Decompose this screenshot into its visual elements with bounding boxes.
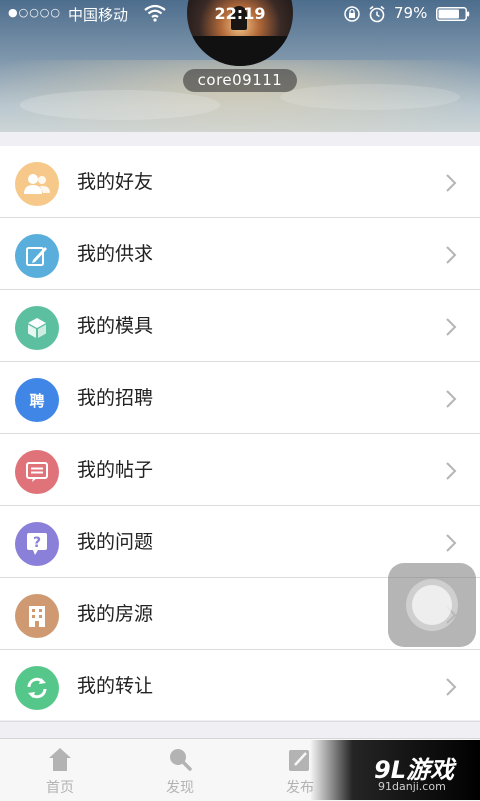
recruit-icon-glyph: 聘 xyxy=(29,391,45,410)
post-icon xyxy=(15,450,59,494)
avatar-ground xyxy=(187,36,293,66)
menu-item-label: 我的招聘 xyxy=(77,387,154,409)
menu-item[interactable]: 我的好友 xyxy=(0,146,480,218)
cube-icon xyxy=(15,306,59,350)
battery-percent: 79% xyxy=(394,4,428,22)
menu-item[interactable]: 我的模具 xyxy=(0,290,480,362)
username-label[interactable]: core09111 xyxy=(183,69,297,92)
chevron-right-icon xyxy=(446,462,457,480)
menu-item-label: 我的房源 xyxy=(77,603,154,625)
chevron-right-icon xyxy=(446,174,457,192)
search-icon xyxy=(170,749,192,771)
chevron-right-icon xyxy=(446,246,457,264)
header-cloud xyxy=(280,84,460,110)
status-bar: ●○○○○ 中国移动 22:19 79% xyxy=(0,0,480,28)
site-watermark: 9L游戏 91danji.com xyxy=(310,740,480,800)
tab-discover[interactable]: 发现 xyxy=(120,739,240,801)
tab-discover-label: 发现 xyxy=(166,780,194,796)
menu-item-label: 我的模具 xyxy=(77,315,154,337)
friends-icon xyxy=(15,162,59,206)
tab-home-label: 首页 xyxy=(46,780,74,796)
assistive-touch-button[interactable] xyxy=(388,563,476,647)
chevron-right-icon xyxy=(446,534,457,552)
menu-item-label: 我的转让 xyxy=(77,675,154,697)
menu-item-label: 我的帖子 xyxy=(77,459,154,481)
battery-icon xyxy=(436,7,470,21)
edit-icon xyxy=(15,234,59,278)
assistive-center xyxy=(412,585,452,625)
menu-item-label: 我的供求 xyxy=(77,243,154,265)
menu-item-label: 我的问题 xyxy=(77,531,154,553)
header-cloud xyxy=(20,90,220,120)
question-icon: ? xyxy=(15,522,59,566)
watermark-site: 91danji.com xyxy=(378,780,446,793)
chevron-right-icon xyxy=(446,678,457,696)
svg-text:?: ? xyxy=(33,535,41,551)
chevron-right-icon xyxy=(446,318,457,336)
menu-item[interactable]: 我的帖子 xyxy=(0,434,480,506)
tab-home[interactable]: 首页 xyxy=(0,739,120,801)
menu-item[interactable]: 我的转让 xyxy=(0,650,480,722)
rotation-lock-icon xyxy=(344,6,360,22)
chevron-right-icon xyxy=(446,390,457,408)
menu-item-label: 我的好友 xyxy=(77,171,154,193)
home-icon xyxy=(49,748,71,771)
recruit-icon: 聘 xyxy=(15,378,59,422)
menu-item[interactable]: 我的供求 xyxy=(0,218,480,290)
transfer-icon xyxy=(15,666,59,710)
alarm-icon xyxy=(369,5,385,23)
publish-icon xyxy=(289,750,309,771)
menu-item[interactable]: 聘 我的招聘 xyxy=(0,362,480,434)
building-icon xyxy=(15,594,59,638)
